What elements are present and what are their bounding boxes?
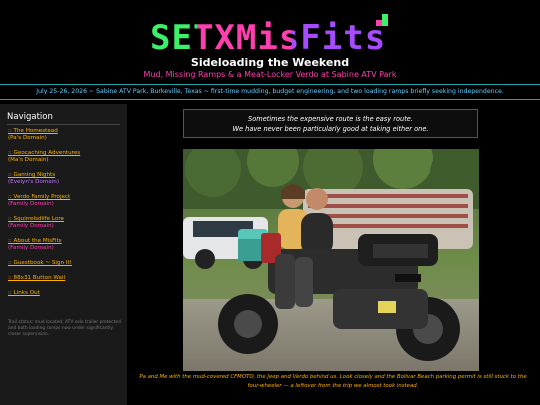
nav-link[interactable]: :: Geocaching Adventures — [8, 150, 123, 157]
divider — [0, 99, 540, 100]
logo-text: SETXMisFits — [150, 18, 387, 58]
nav-link[interactable]: :: Gaming Nights — [8, 172, 123, 179]
nav-domain: (Family Domain) — [8, 201, 54, 207]
nav-domain: (Family Domain) — [8, 245, 54, 251]
quote-box: Sometimes the expensive route is the eas… — [183, 109, 478, 138]
quote-line: We have never been particularly good at … — [232, 125, 429, 133]
nav-domain: (Pa's Domain) — [8, 135, 47, 141]
nav-link[interactable]: :: Verdo Family Project — [8, 194, 123, 201]
photo-caption: Pa and Me with the mud-covered CFMOTO, t… — [139, 374, 527, 389]
nav-domain: (Ma's Domain) — [8, 157, 49, 163]
nav-title: Navigation — [7, 112, 53, 122]
page-tagline: Mud, Missing Ramps & a Meat-Locker Verdo… — [143, 70, 397, 79]
nav-item-button-wall: :: 88x31 Button Wall — [8, 275, 123, 282]
event-banner: July 25-26, 2026 ~ Sabine ATV Park, Burk… — [36, 88, 504, 95]
nav-list: :: The Homestead (Pa's Domain) :: Geocac… — [8, 128, 123, 305]
nav-item-gaming-nights: :: Gaming Nights (Evelyn's Domain) — [8, 172, 123, 186]
nav-item-lore: :: Squirrelsdilfe Lore (Family Domain) — [8, 216, 123, 230]
logo-pixel-decoration — [382, 20, 388, 26]
nav-item-verdo-project: :: Verdo Family Project (Family Domain) — [8, 194, 123, 208]
nav-item-homestead: :: The Homestead (Pa's Domain) — [8, 128, 123, 142]
nav-item-about: :: About the MisFits (Family Domain) — [8, 238, 123, 252]
nav-item-links-out: :: Links Out — [8, 290, 123, 297]
nav-link[interactable]: :: The Homestead — [8, 128, 123, 135]
sidebar: Navigation :: The Homestead (Pa's Domain… — [0, 104, 127, 405]
sidebar-footnote: Trail status: mud located, ATV solo trai… — [8, 320, 121, 337]
nav-link[interactable]: :: Links Out — [8, 290, 123, 297]
divider — [0, 84, 540, 85]
page-title: Sideloading the Weekend — [190, 56, 350, 69]
nav-domain: (Evelyn's Domain) — [8, 179, 59, 185]
nav-item-geocaching: :: Geocaching Adventures (Ma's Domain) — [8, 150, 123, 164]
nav-item-guestbook: :: Guestbook ~ Sign It! — [8, 260, 123, 267]
nav-link[interactable]: :: Squirrelsdilfe Lore — [8, 216, 123, 223]
nav-link[interactable]: :: 88x31 Button Wall — [8, 275, 123, 282]
site-logo: SETXMisFits — [0, 8, 540, 58]
nav-link[interactable]: :: About the MisFits — [8, 238, 123, 245]
quote-line: Sometimes the expensive route is the eas… — [248, 115, 413, 123]
nav-domain: (Family Domain) — [8, 223, 54, 229]
nav-link[interactable]: :: Guestbook ~ Sign It! — [8, 260, 123, 267]
atv-photo — [183, 149, 479, 371]
divider — [7, 124, 120, 125]
